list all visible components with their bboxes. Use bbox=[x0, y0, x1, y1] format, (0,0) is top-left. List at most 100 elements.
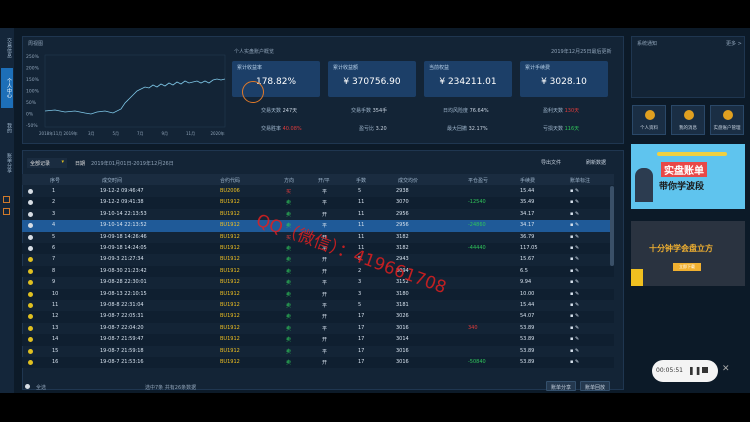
table-cell: 卖 bbox=[286, 268, 292, 275]
row-checkbox[interactable] bbox=[28, 234, 33, 240]
table-row[interactable]: 2 19-12-2 09:41:38 BU1912 卖 平 11 3070 -12540 35.… bbox=[22, 197, 614, 209]
note-icon[interactable]: ▪ ✎ bbox=[570, 325, 579, 331]
table-row[interactable]: 10 19-08-13 22:10:15 BU1912 卖 开 3 3180 10.00 ▪ ✎ bbox=[22, 288, 614, 300]
note-icon[interactable]: ▪ ✎ bbox=[570, 268, 579, 274]
note-icon[interactable]: ▪ ✎ bbox=[570, 234, 579, 240]
table-row[interactable]: 16 19-08-7 21:53:16 BU1912 卖 开 17 3016 -50840 53… bbox=[22, 357, 614, 369]
select-all-label: 全选 bbox=[36, 385, 47, 391]
row-checkbox[interactable] bbox=[28, 360, 33, 365]
table-cell: 卖 bbox=[286, 246, 292, 252]
notice-panel: 系统通知 更多 > bbox=[631, 36, 745, 98]
close-icon[interactable]: ✕ bbox=[722, 364, 730, 374]
profile-button[interactable]: 个人资料 bbox=[632, 105, 666, 135]
replay-bill-button[interactable]: 账单回放 bbox=[580, 381, 610, 391]
row-checkbox[interactable] bbox=[28, 325, 33, 331]
table-row[interactable]: 11 19-08-8 22:31:04 BU1912 卖 平 5 3181 15.44 ▪ ✎ bbox=[22, 300, 614, 311]
side-tab-mine[interactable]: 我的 bbox=[1, 118, 13, 138]
table-scrollbar[interactable] bbox=[610, 186, 614, 266]
row-checkbox[interactable] bbox=[28, 189, 33, 194]
table-cell: 19-08-7 21:53:16 bbox=[100, 359, 144, 365]
table-cell: 17 bbox=[358, 347, 365, 354]
square-icon[interactable] bbox=[3, 208, 10, 215]
note-icon[interactable]: ▪ ✎ bbox=[570, 313, 579, 319]
note-icon[interactable]: ▪ ✎ bbox=[570, 188, 579, 194]
table-cell: BU2006 bbox=[220, 188, 240, 194]
table-cell: 3181 bbox=[396, 302, 409, 308]
table-cell: 53.89 bbox=[520, 359, 535, 365]
ad-banner-tutorial[interactable]: 十分钟学会盘立方 立即下载 bbox=[631, 221, 745, 286]
table-cell: 2956 bbox=[396, 210, 409, 217]
row-checkbox[interactable] bbox=[28, 291, 33, 297]
table-row[interactable]: 13 19-08-7 22:04:20 BU1912 卖 平 17 3016 340 53.89… bbox=[22, 323, 614, 334]
side-tab-trade[interactable]: 交易信息 bbox=[1, 36, 13, 60]
note-icon[interactable]: ▪ ✎ bbox=[570, 359, 579, 365]
table-cell: 3182 bbox=[396, 245, 409, 251]
table-row[interactable]: 12 19-08-7 22:05:31 BU1912 卖 开 17 3026 54.07 ▪ ✎ bbox=[22, 311, 614, 323]
row-checkbox[interactable] bbox=[28, 337, 33, 343]
row-checkbox[interactable] bbox=[28, 223, 33, 229]
table-cell: 开 bbox=[322, 257, 328, 264]
table-row[interactable]: 7 19-09-3 21:27:34 BU1912 卖开 5 2943 15.67 ▪ ✎ bbox=[22, 254, 614, 265]
note-icon[interactable]: ▪ ✎ bbox=[570, 245, 579, 251]
messages-button[interactable]: 我的消息 bbox=[671, 105, 705, 135]
table-cell: BU1912 bbox=[220, 290, 240, 297]
x-tick-label: 3月 bbox=[88, 131, 95, 136]
table-row[interactable]: 15 19-08-7 21:59:18 BU1912 卖 平 17 3016 53.89 ▪ ✎ bbox=[22, 346, 614, 357]
row-checkbox[interactable] bbox=[28, 280, 33, 286]
side-tab-share[interactable]: 账单分享 bbox=[1, 148, 13, 178]
x-tick-label: 7月 bbox=[137, 131, 144, 136]
row-checkbox[interactable] bbox=[28, 246, 33, 251]
note-icon[interactable]: ▪ ✎ bbox=[570, 348, 579, 354]
download-button[interactable]: 立即下载 bbox=[673, 263, 701, 271]
table-cell: 19-08-7 22:05:31 bbox=[100, 313, 144, 320]
col-direction: 方向 bbox=[284, 178, 295, 184]
square-icon[interactable] bbox=[3, 196, 10, 203]
ad-banner-bill[interactable]: 实盘账单 带你学波段 bbox=[631, 144, 745, 209]
banner-stripe bbox=[657, 152, 727, 156]
table-row[interactable]: 14 19-08-7 21:59:47 BU1912 卖 开 17 3014 53.89 ▪ ✎ bbox=[22, 334, 614, 346]
table-cell: BU1912 bbox=[220, 336, 240, 343]
table-cell: -24860 bbox=[468, 222, 486, 229]
table-cell: 开 bbox=[322, 211, 328, 218]
table-cell: 19-08-7 21:59:18 bbox=[100, 347, 144, 354]
note-icon[interactable]: ▪ ✎ bbox=[570, 199, 579, 205]
table-cell: 19-12-2 09:41:38 bbox=[100, 199, 144, 206]
row-checkbox[interactable] bbox=[28, 200, 33, 206]
row-checkbox[interactable] bbox=[28, 211, 33, 217]
card-label: 累计收益额 bbox=[333, 65, 359, 71]
row-checkbox[interactable] bbox=[28, 257, 33, 263]
refresh-button[interactable]: 刷新数据 bbox=[578, 157, 614, 168]
note-icon[interactable]: ▪ ✎ bbox=[570, 336, 579, 342]
select-all-checkbox[interactable] bbox=[25, 384, 30, 389]
table-row[interactable]: 3 19-10-14 22:13:53 BU1912 卖开 11 2956 34.17 ▪ ✎ bbox=[22, 209, 614, 220]
table-cell: BU1912 bbox=[220, 347, 240, 354]
note-icon[interactable]: ▪ ✎ bbox=[570, 279, 579, 285]
table-row[interactable]: 9 19-08-28 22:30:01 BU1912 卖平 3 3152 9.94 ▪ ✎ bbox=[22, 277, 614, 288]
cumulative-return-chart: 250% 200% 150% 100% 50% 0% -50% 2018年11月 2019年 3… bbox=[26, 54, 226, 136]
note-icon[interactable]: ▪ ✎ bbox=[570, 291, 579, 297]
note-icon[interactable]: ▪ ✎ bbox=[570, 256, 579, 262]
note-icon[interactable]: ▪ ✎ bbox=[570, 302, 579, 308]
more-link[interactable]: 更多 > bbox=[726, 40, 742, 47]
filter-dropdown[interactable]: 全部记录 ▾ bbox=[27, 158, 67, 168]
table-cell: 36.79 bbox=[520, 233, 535, 240]
note-icon[interactable]: ▪ ✎ bbox=[570, 211, 579, 217]
row-checkbox[interactable] bbox=[28, 314, 33, 320]
date-range[interactable]: 2019年01月01日-2019年12月26日 bbox=[91, 160, 174, 167]
table-row[interactable]: 8 19-08-30 21:23:42 BU1912 卖开 2 3094 6.5 ▪ ✎ bbox=[22, 265, 614, 278]
account-manage-button[interactable]: 实盘账户管理 bbox=[710, 105, 744, 135]
table-cell: BU1912 bbox=[220, 279, 240, 286]
note-icon[interactable]: ▪ ✎ bbox=[570, 222, 579, 228]
share-bill-button[interactable]: 账单分享 bbox=[546, 381, 576, 391]
y-tick-label: 0% bbox=[26, 112, 34, 118]
row-checkbox[interactable] bbox=[28, 268, 33, 274]
table-cell: 10.00 bbox=[520, 290, 535, 297]
stop-icon[interactable] bbox=[702, 367, 708, 373]
side-tab-personal[interactable]: 个人中心 bbox=[1, 68, 13, 108]
export-button[interactable]: 导出文件 bbox=[533, 157, 569, 168]
row-checkbox[interactable] bbox=[28, 303, 33, 308]
table-cell: BU1912 bbox=[220, 359, 240, 365]
pause-icon[interactable]: ❚❚ bbox=[688, 366, 701, 375]
table-row[interactable]: 1 19-12-2 09:46:47 BU2006 买 平 5 2938 15.44 ▪ ✎ bbox=[22, 186, 614, 197]
row-checkbox[interactable] bbox=[28, 348, 33, 354]
